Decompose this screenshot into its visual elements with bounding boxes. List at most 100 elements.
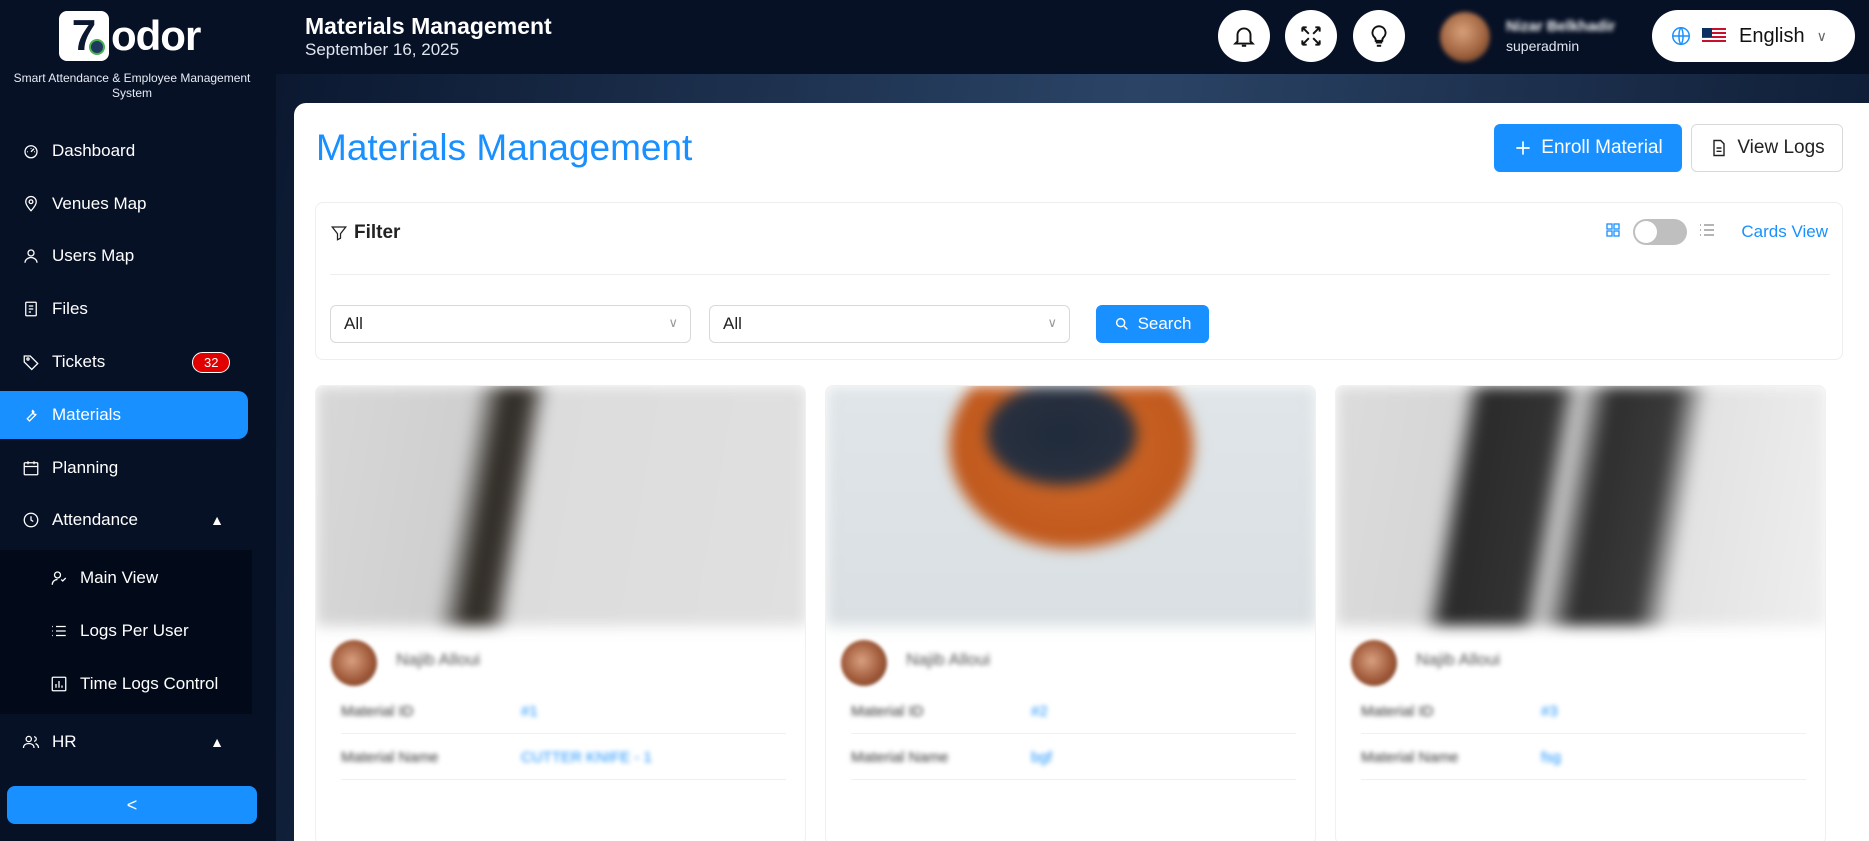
tag-icon bbox=[22, 353, 40, 371]
top-header: Materials Management September 16, 2025 … bbox=[276, 0, 1869, 74]
material-image bbox=[316, 386, 805, 626]
filter-icon bbox=[330, 226, 348, 241]
material-card[interactable]: Najib Alloui Material ID #3 Material Nam… bbox=[1335, 385, 1826, 841]
chevron-up-icon: ▲ bbox=[210, 512, 224, 528]
clock-icon bbox=[89, 39, 105, 55]
calendar-icon bbox=[22, 459, 40, 477]
tips-button[interactable] bbox=[1353, 10, 1405, 62]
card-owner: Najib Alloui bbox=[906, 650, 991, 669]
us-flag-icon bbox=[1702, 28, 1726, 44]
sidebar-item-label: Planning bbox=[52, 458, 119, 477]
brand-tagline: Smart Attendance & Employee Management S… bbox=[13, 71, 251, 100]
avatar bbox=[841, 640, 887, 686]
sidebar-item-main-view[interactable]: Main View bbox=[0, 554, 252, 602]
map-pin-icon bbox=[22, 195, 40, 213]
sidebar-item-label: HR bbox=[52, 732, 77, 751]
sidebar: 7 odor Smart Attendance & Employee Manag… bbox=[0, 0, 276, 841]
chevron-down-icon: ∨ bbox=[1816, 27, 1827, 44]
sidebar-item-label: Materials bbox=[52, 405, 121, 424]
sidebar-item-logs-per-user[interactable]: Logs Per User bbox=[0, 607, 252, 655]
sidebar-item-label: Dashboard bbox=[52, 141, 136, 160]
sidebar-item-label: Users Map bbox=[52, 246, 135, 265]
row-key: Material Name bbox=[1361, 749, 1459, 766]
tickets-count-badge: 32 bbox=[192, 351, 231, 373]
language-label: English bbox=[1739, 24, 1805, 47]
sidebar-item-files[interactable]: Files bbox=[0, 285, 248, 333]
sidebar-item-label: Venues Map bbox=[52, 194, 147, 213]
sidebar-item-materials[interactable]: Materials bbox=[0, 391, 248, 439]
dashboard-icon bbox=[22, 142, 40, 160]
enroll-material-label: Enroll Material bbox=[1541, 137, 1663, 158]
sidebar-item-attendance[interactable]: Attendance ▲ bbox=[0, 496, 248, 544]
search-icon bbox=[1115, 317, 1128, 330]
lightbulb-icon bbox=[1371, 25, 1387, 47]
divider bbox=[330, 274, 1830, 275]
material-image bbox=[826, 386, 1315, 626]
filter-label: Filter bbox=[354, 222, 401, 243]
row-value: #2 bbox=[1031, 703, 1048, 720]
row-key: Material ID bbox=[1361, 703, 1434, 720]
collapse-sidebar-button[interactable]: < bbox=[7, 786, 257, 824]
logo-mark: 7 bbox=[59, 11, 109, 61]
avatar bbox=[1351, 640, 1397, 686]
view-mode-switch[interactable] bbox=[1633, 219, 1688, 245]
sidebar-item-hr[interactable]: HR ▲ bbox=[0, 718, 248, 766]
user-icon bbox=[22, 247, 40, 265]
users-icon bbox=[50, 569, 68, 587]
globe-icon bbox=[1672, 27, 1690, 45]
filter-select-1[interactable]: All ∨ bbox=[330, 305, 691, 343]
list-icon[interactable] bbox=[1699, 222, 1715, 243]
brand-logo[interactable]: 7 odor bbox=[59, 10, 201, 62]
avatar[interactable] bbox=[1440, 12, 1490, 62]
chevron-left-icon: < bbox=[126, 794, 138, 815]
grid-icon[interactable] bbox=[1605, 222, 1621, 243]
card-row: Material ID #2 bbox=[851, 690, 1296, 734]
row-key: Material ID bbox=[851, 703, 924, 720]
user-role: superadmin bbox=[1506, 38, 1580, 54]
card-owner: Najib Alloui bbox=[1416, 650, 1501, 669]
sidebar-item-tickets[interactable]: Tickets 32 bbox=[0, 338, 248, 386]
sidebar-item-label: Files bbox=[52, 299, 88, 318]
search-button[interactable]: Search bbox=[1096, 305, 1209, 343]
view-logs-button[interactable]: View Logs bbox=[1691, 124, 1843, 172]
chevron-down-icon: ∨ bbox=[668, 315, 678, 330]
header-title: Materials Management bbox=[305, 13, 552, 39]
file-icon bbox=[22, 300, 40, 318]
material-card[interactable]: Najib Alloui Material ID #1 Material Nam… bbox=[315, 385, 806, 841]
chart-box-icon bbox=[50, 675, 68, 693]
chevron-up-icon: ▲ bbox=[210, 734, 224, 750]
filter-card: Filter Cards View All ∨ All ∨ Search bbox=[315, 202, 1843, 360]
fullscreen-button[interactable] bbox=[1285, 10, 1337, 62]
list-icon bbox=[50, 622, 68, 640]
sidebar-item-planning[interactable]: Planning bbox=[0, 444, 248, 492]
row-value: #1 bbox=[521, 703, 538, 720]
select-value: All bbox=[344, 314, 363, 333]
header-date: September 16, 2025 bbox=[305, 40, 460, 59]
card-row: Material Name bgf bbox=[851, 736, 1296, 780]
page-title: Materials Management bbox=[316, 127, 693, 168]
sidebar-item-label: Logs Per User bbox=[80, 621, 189, 640]
avatar bbox=[331, 640, 377, 686]
view-mode-label: Cards View bbox=[1741, 222, 1828, 241]
sidebar-item-dashboard[interactable]: Dashboard bbox=[0, 127, 248, 175]
card-row: Material ID #3 bbox=[1361, 690, 1806, 734]
card-row: Material Name CUTTER KNIFE - 1 bbox=[341, 736, 786, 780]
view-logs-label: View Logs bbox=[1737, 137, 1825, 158]
filter-select-2[interactable]: All ∨ bbox=[709, 305, 1070, 343]
material-card[interactable]: Najib Alloui Material ID #2 Material Nam… bbox=[825, 385, 1316, 841]
sidebar-item-label: Tickets bbox=[52, 352, 106, 371]
notifications-button[interactable] bbox=[1218, 10, 1270, 62]
sidebar-item-label: Attendance bbox=[52, 510, 139, 529]
tool-icon bbox=[22, 406, 40, 424]
row-key: Material Name bbox=[851, 749, 949, 766]
bell-icon bbox=[1232, 27, 1256, 47]
language-selector[interactable]: English ∨ bbox=[1652, 10, 1855, 62]
logo-text: odor bbox=[111, 12, 201, 59]
sidebar-item-time-logs-control[interactable]: Time Logs Control bbox=[0, 660, 252, 708]
sidebar-item-users-map[interactable]: Users Map bbox=[0, 232, 248, 280]
filter-header: Filter bbox=[330, 222, 400, 244]
card-owner: Najib Alloui bbox=[396, 650, 481, 669]
sidebar-item-venues-map[interactable]: Venues Map bbox=[0, 180, 248, 228]
material-image bbox=[1336, 386, 1825, 626]
enroll-material-button[interactable]: Enroll Material bbox=[1494, 124, 1682, 172]
